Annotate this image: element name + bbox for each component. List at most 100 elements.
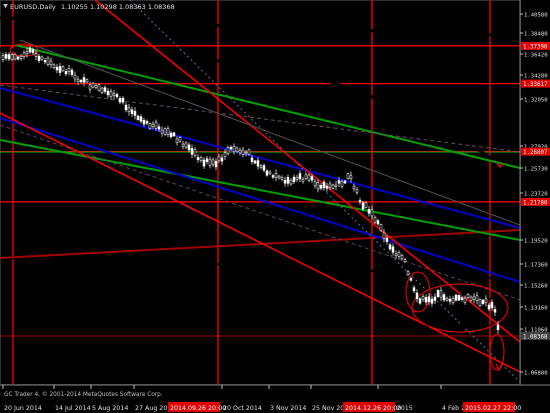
candle-body <box>346 173 350 179</box>
candle-body <box>472 296 476 300</box>
candle-body <box>7 54 11 60</box>
blue-channel-lower <box>0 117 521 283</box>
candle-body <box>202 159 206 167</box>
candle-body <box>166 128 170 135</box>
candle-body <box>229 146 233 150</box>
candle-body <box>331 184 335 189</box>
time-tick-label: 14 Jul 2014 <box>55 405 91 412</box>
candle-body <box>490 302 494 309</box>
candle-body <box>262 165 266 171</box>
time-tick-label: 20 Oct 2014 <box>223 405 262 412</box>
candle-body <box>142 120 146 125</box>
candle-body <box>280 176 284 180</box>
candle-body <box>193 149 197 156</box>
candle-body <box>394 253 398 256</box>
candle-body <box>316 182 320 190</box>
candle-body <box>199 157 203 161</box>
candle-body <box>184 142 188 148</box>
candle-body <box>274 173 278 178</box>
candle-body <box>310 176 314 181</box>
candle-body <box>406 271 410 275</box>
candle-body <box>391 246 395 253</box>
candle-body <box>238 149 242 154</box>
candle-body <box>139 116 143 122</box>
price-tag-label: 1.08368 <box>523 334 548 340</box>
candle-body <box>307 174 311 181</box>
candle-body <box>121 97 125 103</box>
candle-body <box>136 115 140 120</box>
candle-body <box>460 297 464 300</box>
candle-body <box>259 165 263 168</box>
candle-body <box>70 69 74 75</box>
dropdown-triangle-icon <box>3 4 8 8</box>
candle-body <box>388 244 392 250</box>
ma-200-line <box>0 16 521 38</box>
candle-body <box>181 143 185 147</box>
candle-body <box>403 259 407 263</box>
candle-body <box>268 171 272 174</box>
candle-body <box>484 298 488 303</box>
price-tick-label: 1.23720 <box>524 192 548 198</box>
candle-body <box>355 189 359 193</box>
candle-body <box>421 296 425 300</box>
candle-body <box>343 180 347 184</box>
candle-body <box>4 54 8 59</box>
price-tick-label: 1.19520 <box>524 239 548 245</box>
candle-body <box>79 80 83 83</box>
candle-body <box>118 98 122 103</box>
target-arrow <box>495 363 503 372</box>
price-tick-label: 1.25730 <box>524 167 548 173</box>
ma-black-lower <box>0 257 521 281</box>
candle-body <box>1 55 5 60</box>
candle-body <box>466 294 470 298</box>
candle-body <box>13 53 17 60</box>
candle-body <box>436 290 440 297</box>
price-tick-label: 1.38480 <box>524 32 548 38</box>
candle-body <box>376 220 380 225</box>
candle-body <box>232 145 236 153</box>
price-tick-label: 1.13160 <box>524 306 548 312</box>
chart-symbol-label: EURUSD,Daily <box>10 3 56 11</box>
candle-body <box>442 294 446 301</box>
candle-body <box>124 104 128 111</box>
candle-body <box>211 159 215 165</box>
candle-body <box>178 137 182 142</box>
ohlc-values: 1.10255 1.10298 1.08363 1.08368 <box>61 3 175 11</box>
candle-body <box>337 180 341 184</box>
candle-body <box>85 79 89 83</box>
chart-window[interactable]: 1.40580 1.38480 1.36420 1.34280 1.32050 1.279… <box>0 0 550 413</box>
candle-body <box>115 94 119 98</box>
price-axis-bg <box>521 0 550 413</box>
candle-body <box>103 87 107 92</box>
candle-body <box>427 296 431 303</box>
candle-body <box>208 158 212 166</box>
candle-body <box>88 84 92 90</box>
candle-body <box>154 121 158 129</box>
candle-body <box>358 200 362 203</box>
candle-body <box>97 84 101 91</box>
candle-body <box>319 185 323 189</box>
candle-body <box>22 52 26 57</box>
candle-body <box>430 298 434 304</box>
candle-body <box>292 176 296 182</box>
candle-body <box>244 152 248 155</box>
candle-body <box>175 138 179 144</box>
candle-body <box>400 255 404 259</box>
candle-body <box>28 47 32 53</box>
candle-body <box>235 147 239 152</box>
candle-body <box>382 232 386 239</box>
candle-body <box>43 59 47 63</box>
candle-body <box>10 54 14 60</box>
candle-body <box>196 157 200 160</box>
candle-body <box>172 132 176 137</box>
candle-body <box>451 298 455 303</box>
time-tag-label: 2014.09.26 20:00 <box>170 405 226 412</box>
price-chart[interactable]: 1.405801.384801.364201.342801.320501.279… <box>0 0 550 413</box>
candle-body <box>295 177 299 180</box>
blue-channel-upper <box>0 87 521 229</box>
candle-body <box>31 49 35 53</box>
candle-body <box>64 70 68 75</box>
candle-body <box>385 238 389 242</box>
candle-body <box>352 185 356 190</box>
candle-body <box>214 161 218 168</box>
